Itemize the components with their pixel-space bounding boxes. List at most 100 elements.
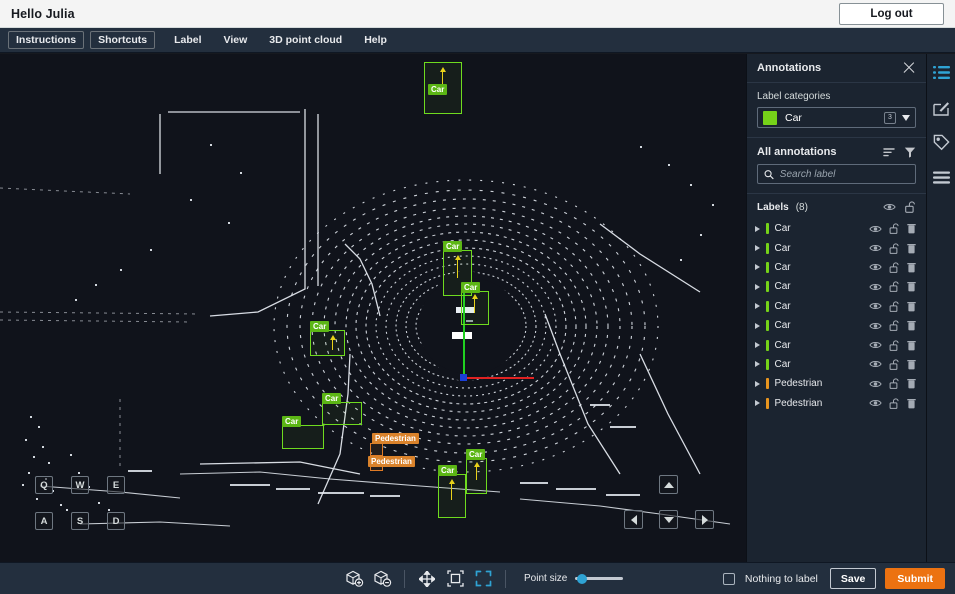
eye-icon[interactable]: [869, 262, 882, 272]
keycap-s[interactable]: S: [71, 512, 89, 530]
cuboid-annotation[interactable]: Car: [424, 62, 462, 114]
annotation-row[interactable]: Car: [747, 355, 926, 374]
delete-icon[interactable]: [907, 320, 916, 331]
keycap-w[interactable]: W: [71, 476, 89, 494]
annotations-list-icon[interactable]: [931, 62, 951, 82]
camera-down-button[interactable]: [659, 510, 678, 529]
unlock-icon[interactable]: [889, 340, 900, 351]
cuboid-annotation[interactable]: Pedestrian: [370, 443, 383, 456]
keycap-a[interactable]: A: [35, 512, 53, 530]
search-label-box[interactable]: [757, 164, 916, 184]
camera-up-button[interactable]: [659, 475, 678, 494]
expand-caret-icon[interactable]: [755, 323, 760, 329]
cuboid-annotation[interactable]: Car: [438, 474, 466, 518]
menu-item-label[interactable]: Label: [165, 31, 210, 49]
expand-caret-icon[interactable]: [755, 381, 760, 387]
camera-left-button[interactable]: [624, 510, 643, 529]
delete-icon[interactable]: [907, 223, 916, 234]
unlock-icon[interactable]: [905, 201, 916, 213]
eye-icon[interactable]: [883, 202, 896, 212]
eye-icon[interactable]: [869, 321, 882, 331]
eye-icon[interactable]: [869, 282, 882, 292]
unlock-icon[interactable]: [889, 301, 900, 312]
expand-caret-icon[interactable]: [755, 226, 760, 232]
annotation-row[interactable]: Car: [747, 258, 926, 277]
unlock-icon[interactable]: [889, 378, 900, 389]
expand-caret-icon[interactable]: [755, 342, 760, 348]
cuboid-annotation[interactable]: Car: [282, 425, 324, 449]
fullscreen-icon[interactable]: [469, 568, 497, 590]
annotation-row[interactable]: Car: [747, 297, 926, 316]
sort-icon[interactable]: [883, 146, 895, 158]
chevron-down-icon[interactable]: [902, 115, 910, 121]
menu-item-help[interactable]: Help: [355, 31, 396, 49]
annotation-row[interactable]: Pedestrian: [747, 374, 926, 393]
point-size-slider-knob[interactable]: [577, 574, 587, 584]
eye-icon[interactable]: [869, 398, 882, 408]
point-cloud-viewport[interactable]: Car Car Car Car Car Car Car: [0, 54, 746, 562]
menu-icon[interactable]: [931, 167, 951, 187]
annotation-row[interactable]: Car: [747, 277, 926, 296]
delete-icon[interactable]: [907, 378, 916, 389]
expand-caret-icon[interactable]: [755, 245, 760, 251]
eye-icon[interactable]: [869, 224, 882, 234]
delete-icon[interactable]: [907, 281, 916, 292]
cuboid-annotation[interactable]: Car: [461, 291, 489, 325]
nothing-to-label-checkbox[interactable]: [723, 573, 735, 585]
keycap-d[interactable]: D: [107, 512, 125, 530]
menu-item-3d-point-cloud[interactable]: 3D point cloud: [260, 31, 351, 49]
delete-icon[interactable]: [907, 340, 916, 351]
cuboid-annotation[interactable]: Car: [466, 458, 487, 494]
annotation-row[interactable]: Car: [747, 238, 926, 257]
filter-icon[interactable]: [904, 146, 916, 158]
instructions-button[interactable]: Instructions: [8, 31, 84, 49]
delete-icon[interactable]: [907, 398, 916, 409]
eye-icon[interactable]: [869, 379, 882, 389]
eye-icon[interactable]: [869, 243, 882, 253]
annotation-row[interactable]: Car: [747, 335, 926, 354]
keycap-e[interactable]: E: [107, 476, 125, 494]
delete-icon[interactable]: [907, 301, 916, 312]
save-button[interactable]: Save: [830, 568, 877, 589]
eye-icon[interactable]: [869, 359, 882, 369]
menu-item-view[interactable]: View: [215, 31, 257, 49]
cuboid-annotation[interactable]: Car: [310, 330, 345, 356]
cuboid-annotation[interactable]: Car: [322, 402, 362, 425]
annotation-row[interactable]: Pedestrian: [747, 394, 926, 413]
eye-icon[interactable]: [869, 340, 882, 350]
annotation-row[interactable]: Car: [747, 219, 926, 238]
add-cuboid-icon[interactable]: [340, 568, 368, 590]
delete-icon[interactable]: [907, 243, 916, 254]
cuboid-annotation[interactable]: Pedestrian: [370, 458, 383, 471]
point-size-slider[interactable]: [575, 577, 623, 580]
search-input[interactable]: [780, 169, 909, 180]
delete-icon[interactable]: [907, 262, 916, 273]
camera-right-button[interactable]: [695, 510, 714, 529]
unlock-icon[interactable]: [889, 320, 900, 331]
close-icon[interactable]: [902, 61, 916, 75]
submit-button[interactable]: Submit: [885, 568, 945, 589]
unlock-icon[interactable]: [889, 262, 900, 273]
tag-icon[interactable]: [931, 132, 951, 152]
annotation-row[interactable]: Car: [747, 316, 926, 335]
remove-cuboid-icon[interactable]: [368, 568, 396, 590]
delete-icon[interactable]: [907, 359, 916, 370]
unlock-icon[interactable]: [889, 281, 900, 292]
expand-caret-icon[interactable]: [755, 400, 760, 406]
expand-caret-icon[interactable]: [755, 361, 760, 367]
expand-caret-icon[interactable]: [755, 264, 760, 270]
shortcuts-button[interactable]: Shortcuts: [90, 31, 155, 49]
unlock-icon[interactable]: [889, 398, 900, 409]
keycap-q[interactable]: Q: [35, 476, 53, 494]
expand-caret-icon[interactable]: [755, 303, 760, 309]
unlock-icon[interactable]: [889, 223, 900, 234]
label-category-select[interactable]: Car 3: [757, 107, 916, 128]
expand-caret-icon[interactable]: [755, 284, 760, 290]
edit-icon[interactable]: [931, 97, 951, 117]
logout-button[interactable]: Log out: [839, 3, 944, 25]
eye-icon[interactable]: [869, 301, 882, 311]
unlock-icon[interactable]: [889, 359, 900, 370]
fit-cuboid-icon[interactable]: [441, 568, 469, 590]
unlock-icon[interactable]: [889, 243, 900, 254]
move-icon[interactable]: [413, 568, 441, 590]
